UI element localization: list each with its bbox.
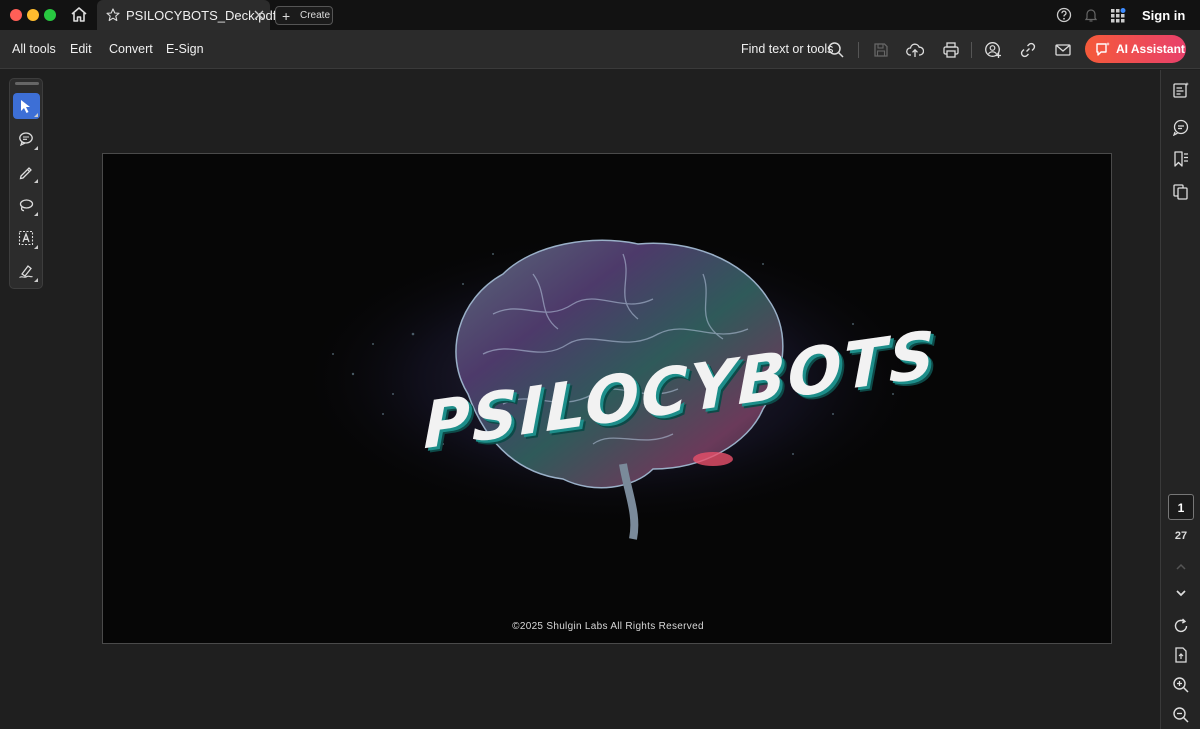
ai-chat-icon xyxy=(1095,41,1111,57)
mail-icon[interactable] xyxy=(1054,41,1072,59)
menu-edit[interactable]: Edit xyxy=(70,42,92,56)
close-icon[interactable] xyxy=(253,8,265,20)
lasso-icon[interactable] xyxy=(13,192,40,218)
bell-icon[interactable] xyxy=(1083,7,1099,23)
current-page-number: 1 xyxy=(1177,501,1185,515)
bookmark-icon[interactable] xyxy=(1172,150,1190,168)
menu-e-sign[interactable]: E-Sign xyxy=(166,42,204,56)
divider xyxy=(858,42,859,58)
copyright-text: ©2025 Shulgin Labs All Rights Reserved xyxy=(512,621,704,632)
rotate-icon[interactable] xyxy=(1172,617,1190,635)
print-icon[interactable] xyxy=(942,41,960,59)
menu-convert[interactable]: Convert xyxy=(109,42,153,56)
plus-icon: + xyxy=(282,8,291,24)
zoom-out-icon[interactable] xyxy=(1172,706,1190,724)
panel-grip[interactable] xyxy=(15,82,39,85)
current-page-input[interactable]: 1 xyxy=(1168,494,1194,520)
chevron-up-icon[interactable] xyxy=(1172,558,1190,576)
apps-grid-icon[interactable] xyxy=(1110,7,1126,23)
maximize-window-button[interactable] xyxy=(44,9,56,21)
chevron-down-icon[interactable] xyxy=(1172,584,1190,602)
find-text-or-tools[interactable]: Find text or tools xyxy=(741,42,833,56)
create-label: Create xyxy=(300,10,331,21)
create-button[interactable]: + Create xyxy=(275,6,333,25)
text-select-icon[interactable] xyxy=(13,225,40,251)
properties-icon[interactable] xyxy=(1172,81,1190,99)
comment-icon[interactable] xyxy=(13,126,40,152)
close-window-button[interactable] xyxy=(10,9,22,21)
help-icon[interactable] xyxy=(1056,7,1072,23)
total-pages: 27 xyxy=(1174,530,1188,542)
menu-all-tools[interactable]: All tools xyxy=(12,42,56,56)
pen-icon[interactable] xyxy=(13,159,40,185)
pdf-page[interactable]: PSILOCYBOTS ©2025 Shulgin Labs All Right… xyxy=(102,153,1112,644)
document-tab[interactable]: PSILOCYBOTS_Deck.pdf xyxy=(97,0,276,30)
share-user-icon[interactable] xyxy=(984,41,1002,59)
main-toolbar: All tools Edit Convert E-Sign Find text … xyxy=(0,30,1200,69)
search-icon[interactable] xyxy=(827,41,845,59)
upload-icon[interactable] xyxy=(906,41,925,59)
ai-assistant-button[interactable]: AI Assistant xyxy=(1085,35,1186,63)
save-icon[interactable] xyxy=(872,41,890,59)
star-icon[interactable] xyxy=(106,8,120,22)
divider xyxy=(971,42,972,58)
sign-icon[interactable] xyxy=(13,258,40,284)
zoom-in-icon[interactable] xyxy=(1172,676,1190,694)
pages-icon[interactable] xyxy=(1172,183,1190,201)
ai-assistant-label: AI Assistant xyxy=(1116,42,1185,56)
title-bar: PSILOCYBOTS_Deck.pdf + Create Sign in xyxy=(0,0,1200,30)
export-icon[interactable] xyxy=(1172,646,1190,664)
quick-tools-panel xyxy=(9,78,43,289)
right-sidebar: 1 27 xyxy=(1160,70,1200,729)
sign-in-button[interactable]: Sign in xyxy=(1142,8,1185,23)
select-icon[interactable] xyxy=(13,93,40,119)
minimize-window-button[interactable] xyxy=(27,9,39,21)
link-icon[interactable] xyxy=(1019,41,1037,59)
comment-panel-icon[interactable] xyxy=(1172,118,1190,137)
home-icon[interactable] xyxy=(68,5,90,25)
